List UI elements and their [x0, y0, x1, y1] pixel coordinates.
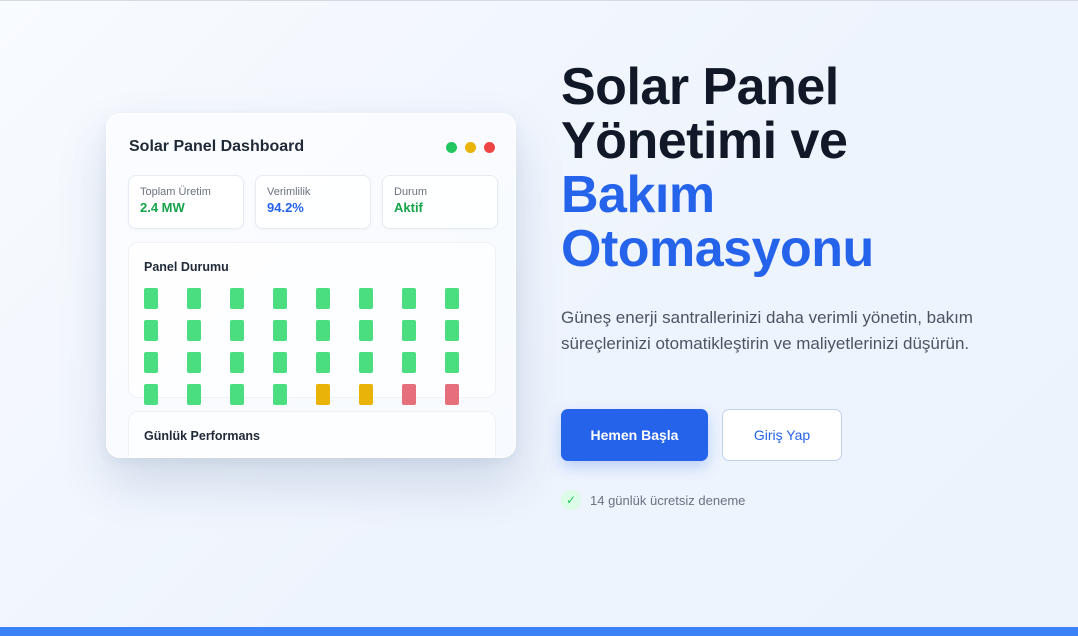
- panel-cell-ok: [359, 352, 373, 373]
- window-controls: [446, 142, 495, 153]
- panel-cell-ok: [230, 288, 244, 309]
- panel-status-box: Panel Durumu: [128, 242, 496, 405]
- stats-row: Toplam Üretim 2.4 MW Verimlilik 94.2% Du…: [128, 175, 498, 229]
- panel-cell-ok: [445, 320, 459, 341]
- stat-label: Verimlilik: [267, 186, 311, 198]
- panel-cell-warning: [316, 384, 330, 405]
- panel-cell-ok: [230, 384, 244, 405]
- dashboard-card: Solar Panel Dashboard Toplam Üretim 2.4 …: [106, 113, 516, 458]
- hero-title-highlight: Otomasyonu: [561, 220, 874, 278]
- hero-title: Solar Panel Yönetimi ve Bakım Otomasyonu: [561, 60, 874, 276]
- stat-value: Aktif: [394, 200, 423, 215]
- panel-status-title: Panel Durumu: [144, 260, 229, 274]
- panel-cell-ok: [273, 320, 287, 341]
- panel-cell-ok: [230, 320, 244, 341]
- panel-cell-ok: [144, 320, 158, 341]
- hero-title-line: Solar Panel: [561, 58, 839, 116]
- panel-cell-ok: [273, 352, 287, 373]
- panel-cell-ok: [359, 288, 373, 309]
- panel-cell-ok: [144, 288, 158, 309]
- panel-cell-ok: [187, 288, 201, 309]
- panel-cell-ok: [359, 320, 373, 341]
- stat-value: 2.4 MW: [140, 200, 185, 215]
- hero-title-highlight: Bakım: [561, 166, 715, 224]
- panel-cell-error: [445, 384, 459, 405]
- panel-cell-ok: [187, 384, 201, 405]
- get-started-button[interactable]: Hemen Başla: [561, 409, 708, 461]
- top-divider: [0, 0, 1078, 1]
- daily-performance-box: Günlük Performans: [128, 411, 496, 457]
- panel-cell-ok: [230, 352, 244, 373]
- panel-cell-ok: [316, 320, 330, 341]
- panel-cell-ok: [445, 352, 459, 373]
- panel-cell-warning: [359, 384, 373, 405]
- panel-cell-ok: [402, 288, 416, 309]
- hero-title-line: Yönetimi ve: [561, 112, 848, 170]
- panel-cell-ok: [187, 320, 201, 341]
- free-trial-text: 14 günlük ücretsiz deneme: [590, 492, 746, 508]
- panel-cell-ok: [316, 288, 330, 309]
- panel-cell-ok: [402, 320, 416, 341]
- panel-cell-ok: [187, 352, 201, 373]
- panel-grid: [144, 288, 459, 405]
- login-button[interactable]: Giriş Yap: [722, 409, 842, 461]
- dashboard-title: Solar Panel Dashboard: [129, 138, 305, 155]
- daily-performance-title: Günlük Performans: [144, 429, 260, 443]
- hero-description: Güneş enerji santrallerinizi daha veriml…: [561, 308, 973, 353]
- stat-label: Durum: [394, 186, 428, 198]
- bottom-accent-bar: [0, 627, 1078, 636]
- check-icon: ✓: [561, 490, 581, 510]
- stat-status: Durum Aktif: [382, 175, 498, 229]
- panel-cell-ok: [144, 384, 158, 405]
- panel-cell-error: [402, 384, 416, 405]
- stat-label: Toplam Üretim: [140, 186, 211, 198]
- yellow-dot-icon: [465, 142, 476, 153]
- panel-cell-ok: [144, 352, 158, 373]
- green-dot-icon: [446, 142, 457, 153]
- panel-cell-ok: [402, 352, 416, 373]
- stat-value: 94.2%: [267, 200, 304, 215]
- panel-cell-ok: [445, 288, 459, 309]
- panel-cell-ok: [273, 384, 287, 405]
- red-dot-icon: [484, 142, 495, 153]
- stat-total-production: Toplam Üretim 2.4 MW: [128, 175, 244, 229]
- panel-cell-ok: [273, 288, 287, 309]
- free-trial-note: ✓ 14 günlük ücretsiz deneme: [561, 490, 745, 510]
- stat-efficiency: Verimlilik 94.2%: [255, 175, 371, 229]
- panel-cell-ok: [316, 352, 330, 373]
